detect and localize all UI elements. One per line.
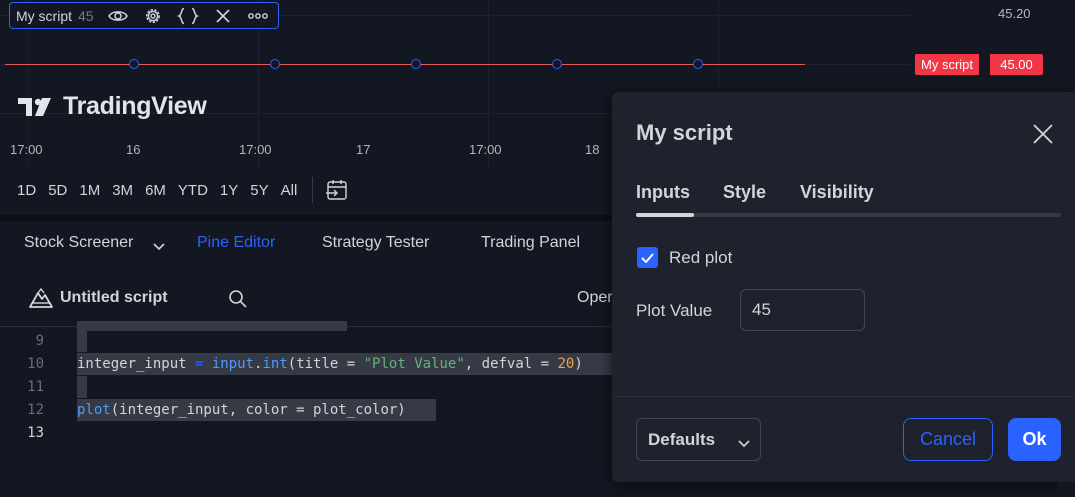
red-plot-checkbox[interactable] bbox=[637, 247, 658, 268]
range-1m-button[interactable]: 1M bbox=[74, 182, 105, 199]
dialog-footer-divider bbox=[612, 396, 1075, 397]
indicator-legend[interactable]: My script 45 bbox=[9, 2, 279, 29]
time-tick: 17:00 bbox=[469, 142, 502, 157]
tab-stock-screener[interactable]: Stock Screener bbox=[24, 234, 133, 252]
price-tag-value: 45.00 bbox=[990, 54, 1043, 75]
defaults-label: Defaults bbox=[648, 429, 716, 449]
more-icon[interactable] bbox=[246, 5, 270, 27]
legend-script-value: 45 bbox=[78, 7, 94, 24]
date-range-bar: 1D 5D 1M 3M 6M YTD 1Y 5Y All bbox=[12, 172, 349, 208]
plot-marker bbox=[411, 59, 421, 69]
script-title: Untitled script bbox=[60, 289, 168, 306]
close-icon[interactable] bbox=[1030, 121, 1056, 147]
range-1y-button[interactable]: 1Y bbox=[215, 182, 243, 199]
tab-track bbox=[636, 213, 1061, 217]
tab-visibility[interactable]: Visibility bbox=[800, 182, 874, 203]
plot-value-input[interactable]: 45 bbox=[740, 289, 865, 331]
eye-icon[interactable] bbox=[106, 5, 130, 27]
plot-marker bbox=[129, 59, 139, 69]
time-tick: 17 bbox=[356, 142, 371, 157]
chevron-down-icon[interactable] bbox=[153, 238, 165, 256]
line-number: 9 bbox=[35, 333, 44, 349]
range-3m-button[interactable]: 3M bbox=[107, 182, 138, 199]
range-5y-button[interactable]: 5Y bbox=[245, 182, 273, 199]
tab-trading-panel[interactable]: Trading Panel bbox=[481, 234, 580, 252]
close-icon[interactable] bbox=[211, 5, 235, 27]
selection-highlight bbox=[77, 330, 87, 352]
search-icon[interactable] bbox=[228, 289, 248, 314]
tradingview-logo: TradingView bbox=[18, 92, 207, 121]
code-text: integer_input = input.int(title = "Plot … bbox=[77, 356, 583, 372]
price-tag-name: My script bbox=[915, 54, 979, 75]
time-tick: 16 bbox=[126, 142, 141, 157]
tradingview-wordmark: TradingView bbox=[63, 92, 207, 120]
time-tick: 17:00 bbox=[10, 142, 43, 157]
tab-inputs[interactable]: Inputs bbox=[636, 182, 690, 203]
gear-icon[interactable] bbox=[141, 5, 165, 27]
range-6m-button[interactable]: 6M bbox=[140, 182, 171, 199]
plot-marker bbox=[552, 59, 562, 69]
page-edge bbox=[1057, 482, 1075, 497]
script-title-button[interactable]: Untitled script bbox=[28, 287, 168, 309]
defaults-dropdown[interactable]: Defaults bbox=[636, 418, 761, 461]
active-tab-indicator bbox=[636, 213, 694, 217]
script-icon bbox=[29, 287, 53, 308]
time-tick: 17:00 bbox=[239, 142, 272, 157]
indicator-settings-dialog: My script Inputs Style Visibility Red pl… bbox=[612, 92, 1075, 482]
braces-icon[interactable] bbox=[176, 5, 200, 27]
tradingview-logo-icon bbox=[18, 97, 51, 116]
tab-strategy-tester[interactable]: Strategy Tester bbox=[322, 234, 429, 252]
line-number: 12 bbox=[27, 402, 44, 418]
plot-marker bbox=[693, 59, 703, 69]
legend-script-name[interactable]: My script bbox=[16, 8, 72, 24]
code-text: plot(integer_input, color = plot_color) bbox=[77, 402, 406, 418]
cancel-button[interactable]: Cancel bbox=[903, 418, 993, 461]
line-number: 13 bbox=[27, 425, 44, 441]
time-tick: 18 bbox=[585, 142, 600, 157]
tab-pine-editor[interactable]: Pine Editor bbox=[197, 234, 275, 252]
range-5d-button[interactable]: 5D bbox=[43, 182, 72, 199]
selection-highlight bbox=[77, 376, 87, 398]
plot-line[interactable] bbox=[5, 64, 805, 65]
tab-style[interactable]: Style bbox=[723, 182, 766, 203]
range-all-button[interactable]: All bbox=[276, 182, 303, 199]
range-1d-button[interactable]: 1D bbox=[12, 182, 41, 199]
red-plot-label[interactable]: Red plot bbox=[669, 248, 732, 268]
checkmark-icon bbox=[641, 252, 654, 263]
plot-value-label: Plot Value bbox=[636, 301, 713, 320]
line-number: 10 bbox=[27, 356, 44, 372]
chevron-down-icon bbox=[738, 433, 750, 453]
goto-date-icon[interactable] bbox=[325, 179, 349, 201]
price-axis-label: 45.20 bbox=[998, 6, 1031, 21]
range-ytd-button[interactable]: YTD bbox=[173, 182, 213, 199]
plot-marker bbox=[270, 59, 280, 69]
ok-button[interactable]: Ok bbox=[1008, 418, 1061, 461]
range-divider bbox=[312, 177, 314, 203]
open-script-button[interactable]: Oper bbox=[577, 289, 613, 307]
dialog-title: My script bbox=[636, 120, 733, 145]
line-number: 11 bbox=[27, 379, 44, 395]
